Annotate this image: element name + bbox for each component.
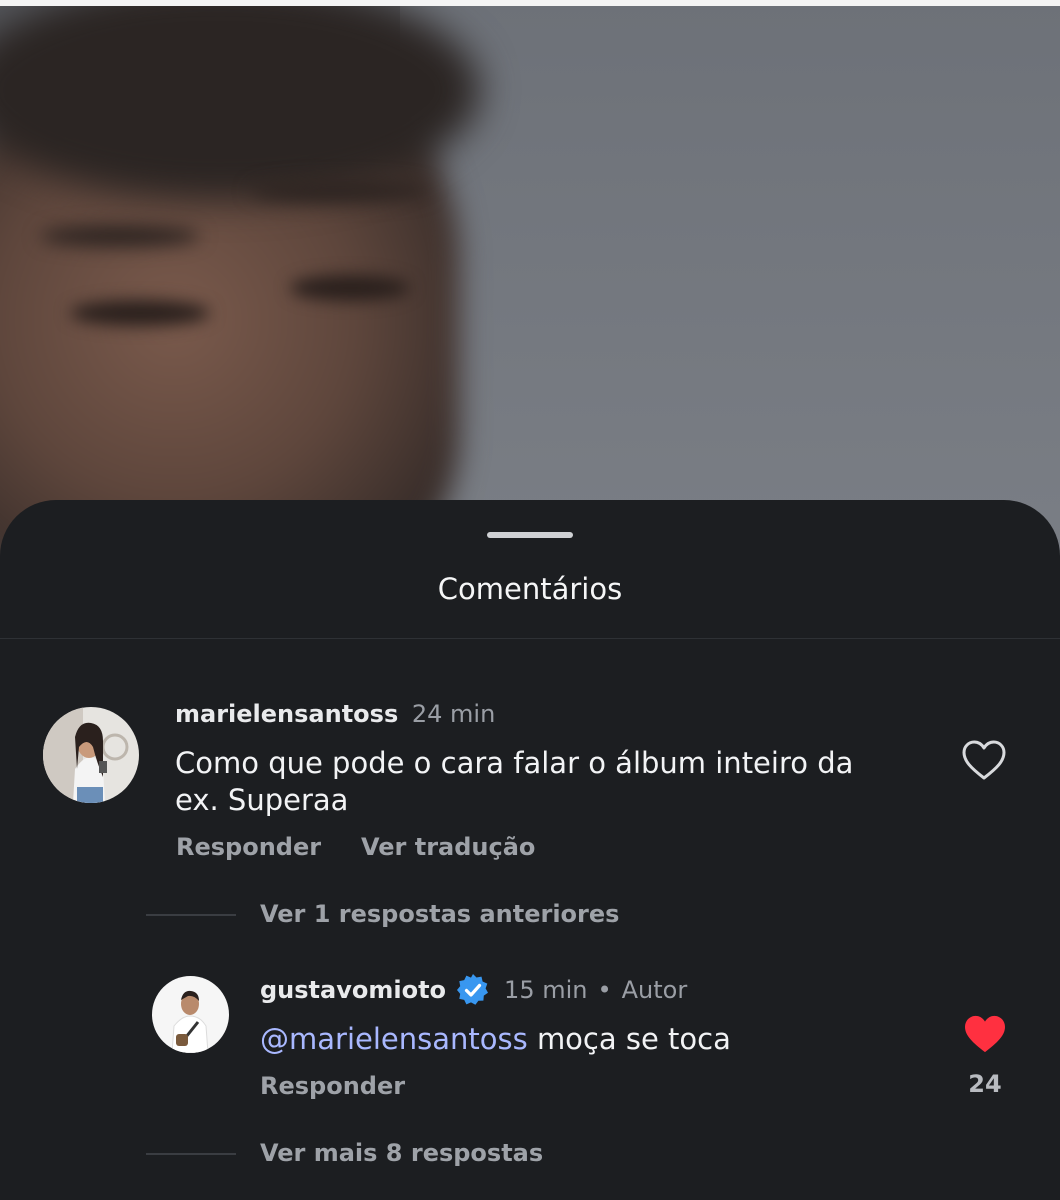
comment-time: 24 min: [411, 700, 496, 728]
video-background-wall: [400, 0, 1060, 560]
thread-line: [146, 914, 236, 916]
author-label: Autor: [621, 976, 688, 1004]
reply-username[interactable]: gustavomioto: [260, 976, 446, 1004]
sheet-header-divider: [0, 638, 1060, 639]
view-previous-replies-button[interactable]: Ver 1 respostas anteriores: [260, 900, 619, 928]
like-filled-icon[interactable]: [963, 1014, 1007, 1054]
comment-text-line-2: ex. Superaa: [175, 783, 349, 817]
video-person-eye-right: [290, 275, 410, 301]
reply-button[interactable]: Responder: [260, 1072, 405, 1100]
comment-header: marielensantoss 24 min: [175, 700, 495, 728]
comment-text-line-1: Como que pode o cara falar o álbum intei…: [175, 746, 854, 780]
reply-mention-link[interactable]: @marielensantoss: [260, 1022, 528, 1056]
avatar[interactable]: [152, 976, 229, 1053]
view-more-replies-button[interactable]: Ver mais 8 respostas: [260, 1139, 543, 1167]
comment-username[interactable]: marielensantoss: [175, 700, 398, 728]
reply-text-body: moça se toca: [536, 1022, 731, 1056]
reply-text: @marielensantoss moça se toca: [260, 1022, 731, 1056]
video-frame[interactable]: [0, 0, 1060, 560]
like-outline-icon[interactable]: [961, 739, 1007, 781]
reply-button[interactable]: Responder: [176, 833, 321, 861]
video-person-brow-left: [40, 225, 200, 247]
avatar-image: [152, 976, 229, 1053]
video-top-edge: [0, 0, 1060, 6]
sheet-title: Comentários: [437, 572, 623, 606]
like-count: 24: [968, 1070, 1002, 1098]
verified-badge-icon: [457, 974, 489, 1005]
video-person-brow-right: [250, 180, 430, 202]
reply-time: 15 min: [504, 976, 588, 1004]
meta-separator: •: [597, 976, 612, 1004]
video-person-eye-left: [70, 300, 210, 326]
reply-header: gustavomioto 15 min • Autor: [260, 973, 687, 1007]
translate-button[interactable]: Ver tradução: [361, 833, 535, 861]
avatar[interactable]: [43, 707, 139, 803]
sheet-drag-handle[interactable]: [487, 532, 573, 538]
thread-line: [146, 1153, 236, 1155]
comments-sheet: Comentários marielensantoss 24 min Como …: [0, 500, 1060, 1200]
avatar-image: [43, 707, 139, 803]
